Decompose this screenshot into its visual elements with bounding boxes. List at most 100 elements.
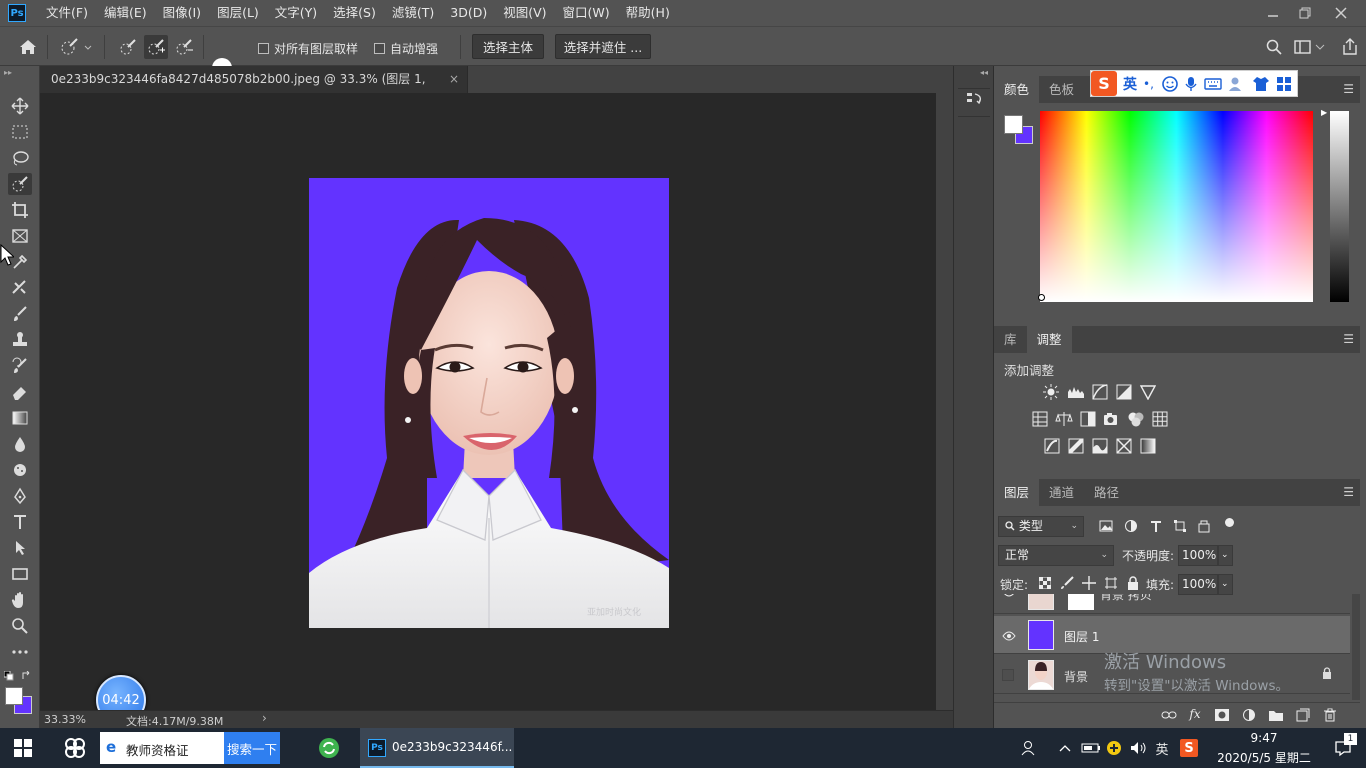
task-view-button[interactable]	[56, 728, 94, 768]
menu-file[interactable]: 文件(F)	[38, 0, 96, 26]
brightness-ramp[interactable]	[1330, 111, 1349, 302]
hue-saturation-button[interactable]	[1031, 411, 1049, 427]
tray-chevron-up-icon[interactable]	[1056, 728, 1074, 768]
eraser-tool[interactable]	[8, 381, 32, 403]
history-brush-tool[interactable]	[8, 355, 32, 377]
lock-transparent-icon[interactable]	[1036, 575, 1054, 591]
lasso-tool[interactable]	[8, 147, 32, 169]
keyboard-icon[interactable]	[1204, 77, 1222, 91]
fill-dropdown-icon[interactable]: ⌄	[1218, 574, 1233, 595]
share-button[interactable]	[1338, 35, 1362, 59]
tab-libraries[interactable]: 库	[994, 326, 1027, 353]
edit-toolbar-button[interactable]	[8, 641, 32, 663]
color-panel-menu-icon[interactable]: ☰	[1343, 82, 1354, 96]
curves-adjust-button[interactable]	[1091, 384, 1109, 400]
filter-pixel-icon[interactable]	[1097, 518, 1115, 534]
emoji-icon[interactable]	[1162, 75, 1178, 92]
update-plus-icon[interactable]	[1104, 728, 1124, 768]
new-selection-button[interactable]	[116, 35, 140, 59]
brush-tool[interactable]	[8, 303, 32, 325]
document-tab[interactable]: 0e233b9c323446fa8427d485078b2b00.jpeg @ …	[40, 66, 468, 113]
menu-edit[interactable]: 编辑(E)	[96, 0, 155, 26]
zoom-tool[interactable]	[8, 615, 32, 637]
status-menu-chevron-icon[interactable]: ›	[262, 711, 267, 725]
filter-smart-object-icon[interactable]	[1195, 518, 1213, 534]
layer-style-fx-icon[interactable]: fx	[1186, 706, 1204, 722]
sogou-tray-icon[interactable]: S	[1178, 728, 1200, 768]
vibrance-adjust-button[interactable]	[1139, 384, 1157, 400]
selective-color-button[interactable]	[1115, 438, 1133, 454]
dodge-tool[interactable]	[8, 459, 32, 481]
tab-layers[interactable]: 图层	[994, 479, 1040, 506]
visibility-toggle-empty[interactable]	[1002, 669, 1014, 681]
new-layer-icon[interactable]	[1294, 707, 1312, 723]
delete-layer-icon[interactable]	[1321, 707, 1339, 723]
skin-shirt-icon[interactable]	[1252, 76, 1270, 92]
search-box[interactable]: e 教师资格证	[100, 732, 224, 764]
photo-filter-button[interactable]	[1103, 411, 1121, 427]
link-layers-icon[interactable]	[1160, 707, 1178, 723]
blur-tool[interactable]	[8, 433, 32, 455]
photoshop-task[interactable]: Ps 0e233b9c323446f...	[360, 728, 514, 768]
layer-row[interactable]: 背景 拷贝	[994, 594, 1350, 614]
browser-task[interactable]	[312, 728, 346, 768]
sample-all-layers-checkbox[interactable]: 对所有图层取样	[258, 40, 358, 57]
brightness-adjust-button[interactable]	[1042, 384, 1060, 400]
channel-mixer-button[interactable]	[1127, 411, 1145, 427]
lock-pixels-icon[interactable]	[1058, 575, 1076, 591]
filter-type-icon[interactable]	[1147, 518, 1165, 534]
opacity-input[interactable]: 100%	[1178, 545, 1218, 566]
filter-shape-icon[interactable]	[1171, 518, 1189, 534]
punctuation-icon[interactable]: •,	[1143, 77, 1154, 91]
path-selection-tool[interactable]	[8, 537, 32, 559]
new-group-folder-icon[interactable]	[1267, 707, 1285, 723]
search-button[interactable]	[1262, 35, 1286, 59]
checkbox-box[interactable]	[258, 43, 269, 54]
select-and-mask-button[interactable]: 选择并遮住 ...	[555, 34, 651, 59]
menu-layer[interactable]: 图层(L)	[209, 0, 267, 26]
type-tool[interactable]	[8, 511, 32, 533]
opacity-dropdown-icon[interactable]: ⌄	[1218, 545, 1233, 566]
search-submit-button[interactable]: 搜索一下	[224, 732, 280, 764]
tab-channels[interactable]: 通道	[1039, 479, 1084, 506]
menu-view[interactable]: 视图(V)	[495, 0, 554, 26]
eye-icon[interactable]	[1002, 630, 1016, 644]
collapse-arrows-icon[interactable]: ▸▸	[4, 68, 12, 77]
layers-scrollbar[interactable]	[1352, 594, 1360, 700]
menu-select[interactable]: 选择(S)	[325, 0, 384, 26]
microphone-icon[interactable]	[1184, 76, 1198, 92]
healing-brush-tool[interactable]	[8, 277, 32, 299]
volume-icon[interactable]	[1128, 728, 1148, 768]
filter-adjustment-icon[interactable]	[1122, 518, 1140, 534]
invert-button[interactable]	[1043, 438, 1061, 454]
menu-image[interactable]: 图像(I)	[155, 0, 209, 26]
marquee-tool[interactable]	[8, 121, 32, 143]
fill-input[interactable]: 100%	[1178, 574, 1218, 595]
menu-window[interactable]: 窗口(W)	[555, 0, 618, 26]
foreground-color-swatch[interactable]	[5, 687, 23, 705]
menu-3d[interactable]: 3D(D)	[442, 0, 495, 26]
default-colors-icon[interactable]	[3, 670, 14, 684]
tab-adjustments[interactable]: 调整	[1026, 326, 1072, 353]
people-icon[interactable]	[1018, 728, 1042, 768]
close-document-icon[interactable]: ×	[449, 66, 459, 93]
minimize-button[interactable]	[1256, 0, 1290, 26]
workspace-switcher[interactable]	[1292, 35, 1328, 59]
threshold-button[interactable]	[1091, 438, 1109, 454]
clock-date[interactable]: 2020/5/5 星期二	[1208, 749, 1320, 766]
menu-type[interactable]: 文字(Y)	[267, 0, 325, 26]
lock-artboard-icon[interactable]	[1102, 575, 1120, 591]
rectangle-tool[interactable]	[8, 563, 32, 585]
posterize-button[interactable]	[1067, 438, 1085, 454]
toolbox-grid-icon[interactable]	[1276, 76, 1292, 92]
crop-tool[interactable]	[8, 199, 32, 221]
auto-enhance-checkbox[interactable]: 自动增强	[374, 40, 438, 57]
clock-time[interactable]: 9:47	[1212, 731, 1316, 745]
levels-adjust-button[interactable]	[1067, 384, 1085, 400]
filter-toggle-switch[interactable]	[1225, 518, 1234, 527]
color-balance-button[interactable]	[1055, 411, 1073, 427]
blend-mode-select[interactable]: 正常 ⌄	[998, 545, 1114, 566]
add-mask-icon[interactable]	[1213, 707, 1231, 723]
add-to-selection-button[interactable]	[144, 35, 168, 59]
menu-filter[interactable]: 滤镜(T)	[384, 0, 442, 26]
